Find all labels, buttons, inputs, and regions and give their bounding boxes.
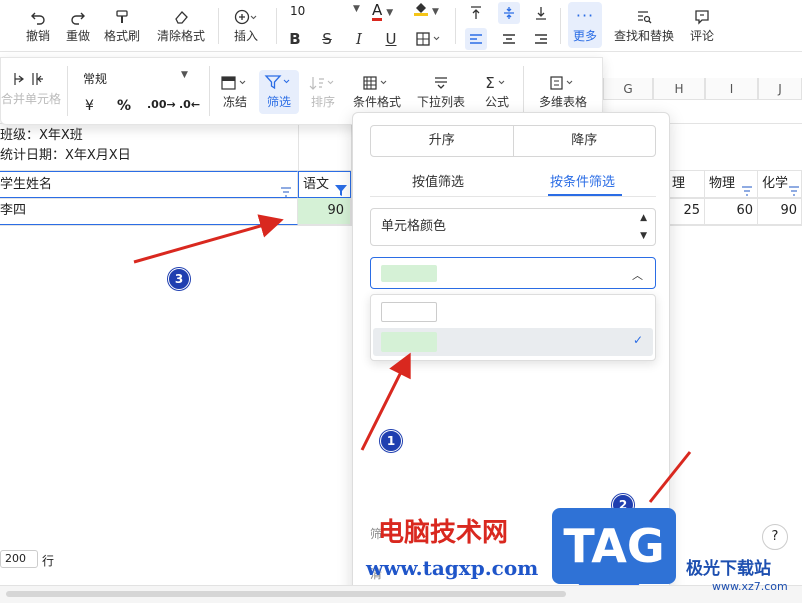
watermark-site-name: 电脑技术网 xyxy=(378,518,509,548)
marker-3: 3 xyxy=(168,268,190,290)
watermark-url: www.tagxp.com xyxy=(366,556,539,580)
marker-1: 1 xyxy=(380,430,402,452)
watermark-tag-logo: TAG xyxy=(552,508,676,584)
arrow-3 xyxy=(133,214,284,264)
watermark-brand-url: www.xz7.com xyxy=(712,580,788,593)
arrow-2 xyxy=(648,451,692,503)
watermark-brand: 极光下载站 xyxy=(686,559,771,579)
